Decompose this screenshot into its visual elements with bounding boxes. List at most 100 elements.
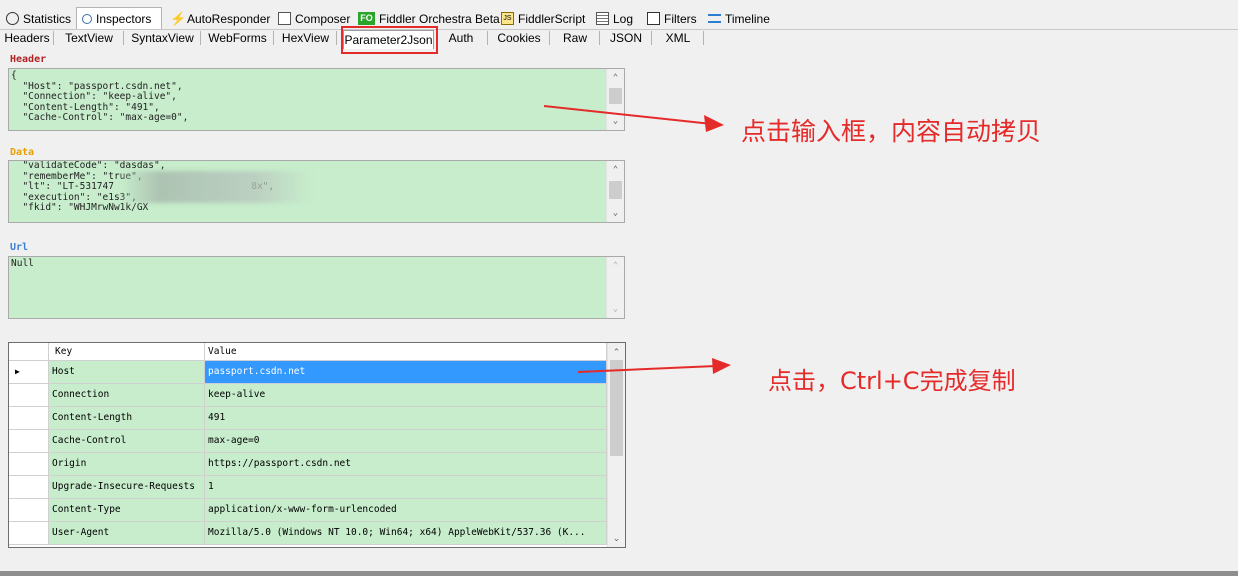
- arrow-1: [543, 105, 724, 132]
- table-row[interactable]: Content-Length 491: [9, 407, 609, 430]
- tab-label: Inspectors: [96, 11, 152, 26]
- subtab-label: SyntaxView: [131, 31, 194, 45]
- subtab-label: TextView: [65, 31, 113, 45]
- key-cell[interactable]: User-Agent: [49, 522, 205, 545]
- tab-log[interactable]: Log: [596, 9, 633, 28]
- tab-label: Timeline: [725, 11, 770, 26]
- scroll-thumb[interactable]: [609, 181, 622, 199]
- subtab-label: Cookies: [497, 31, 541, 45]
- table-row[interactable]: ▶ Host passport.csdn.net: [9, 361, 609, 384]
- column-header-key[interactable]: Key: [49, 343, 205, 361]
- value-cell[interactable]: Mozilla/5.0 (Windows NT 10.0; Win64; x64…: [205, 522, 607, 545]
- log-icon: [596, 12, 609, 25]
- tab-label: AutoResponder: [187, 11, 271, 26]
- scroll-down-icon[interactable]: ⌄: [607, 206, 624, 220]
- subtab-label: Raw: [562, 31, 587, 45]
- subtab-label: XML: [665, 31, 691, 45]
- scroll-down-icon[interactable]: ⌄: [608, 531, 625, 545]
- composer-icon: [278, 12, 291, 25]
- key-cell[interactable]: Origin: [49, 453, 205, 476]
- stopwatch-icon: [6, 12, 19, 25]
- tab-inspectors[interactable]: Inspectors: [76, 7, 162, 29]
- key-cell[interactable]: Cache-Control: [49, 430, 205, 453]
- url-textbox[interactable]: Null ⌃ ⌄: [8, 256, 625, 319]
- table-row[interactable]: User-Agent Mozilla/5.0 (Windows NT 10.0; …: [9, 522, 609, 545]
- subtab-textview[interactable]: TextView: [54, 29, 124, 47]
- annotation-auto-copy: 点击输入框，内容自动拷贝: [741, 117, 1042, 146]
- row-header[interactable]: [9, 522, 49, 545]
- scroll-up-icon[interactable]: ⌃: [607, 163, 624, 177]
- scroll-up-icon[interactable]: ⌃: [607, 71, 624, 85]
- value-cell[interactable]: keep-alive: [205, 384, 607, 407]
- checkbox-icon: [647, 12, 660, 25]
- arrow-2-head: [712, 358, 731, 374]
- table-row[interactable]: Connection keep-alive: [9, 384, 609, 407]
- subtab-label: JSON: [609, 31, 642, 45]
- subtab-syntaxview[interactable]: SyntaxView: [124, 29, 201, 47]
- row-header[interactable]: [9, 499, 49, 522]
- data-textbox[interactable]: "validateCode": "dasdas", "rememberMe": …: [8, 160, 625, 223]
- row-header[interactable]: ▶: [9, 361, 49, 384]
- key-cell[interactable]: Content-Length: [49, 407, 205, 430]
- tab-composer[interactable]: Composer: [278, 9, 350, 28]
- fo-icon: FO: [358, 12, 375, 25]
- data-scrollbar[interactable]: ⌃ ⌄: [606, 161, 624, 222]
- subtab-label: Headers: [4, 31, 50, 45]
- key-cell[interactable]: Host: [49, 361, 205, 384]
- lightning-icon: ⚡: [170, 11, 187, 26]
- row-header[interactable]: [9, 430, 49, 453]
- js-script-icon: JS: [501, 12, 514, 25]
- arrow-2-line: [577, 365, 717, 373]
- row-header[interactable]: [9, 476, 49, 499]
- subtab-label: HexView: [281, 31, 330, 45]
- subtab-raw[interactable]: Raw: [550, 29, 600, 47]
- tab-filters[interactable]: Filters: [647, 9, 697, 28]
- tab-highlight-box: [341, 26, 438, 54]
- subtab-label: Auth: [448, 31, 474, 45]
- value-cell[interactable]: max-age=0: [205, 430, 607, 453]
- value-cell[interactable]: 1: [205, 476, 607, 499]
- table-row[interactable]: Cache-Control max-age=0: [9, 430, 609, 453]
- table-row[interactable]: Origin https://passport.csdn.net: [9, 453, 609, 476]
- subtab-headers[interactable]: Headers: [0, 29, 54, 47]
- subtab-hexview[interactable]: HexView: [274, 29, 337, 47]
- scroll-down-icon[interactable]: ⌄: [607, 302, 624, 316]
- arrow-1-line: [543, 105, 713, 125]
- url-scrollbar[interactable]: ⌃ ⌄: [606, 257, 624, 318]
- row-header[interactable]: [9, 407, 49, 430]
- tab-statistics[interactable]: Statistics: [6, 9, 71, 28]
- row-header[interactable]: [9, 384, 49, 407]
- subtab-xml[interactable]: XML: [652, 29, 704, 47]
- key-cell[interactable]: Upgrade-Insecure-Requests: [49, 476, 205, 499]
- annotation-ctrl-c: 点击，Ctrl+C完成复制: [768, 367, 1016, 395]
- tab-timeline[interactable]: Timeline: [708, 9, 770, 28]
- scroll-up-icon[interactable]: ⌃: [607, 259, 624, 273]
- subtab-auth[interactable]: Auth: [434, 29, 488, 47]
- header-textbox[interactable]: { "Host": "passport.csdn.net", "Connecti…: [8, 68, 625, 131]
- key-cell[interactable]: Connection: [49, 384, 205, 407]
- value-cell[interactable]: application/x-www-form-urlencoded: [205, 499, 607, 522]
- tab-fiddlerscript[interactable]: JS FiddlerScript: [501, 9, 585, 28]
- url-section-label: Url: [10, 242, 29, 253]
- key-cell[interactable]: Content-Type: [49, 499, 205, 522]
- value-cell[interactable]: passport.csdn.net: [205, 361, 607, 384]
- subtab-label: WebForms: [208, 31, 267, 45]
- column-header-value[interactable]: Value: [205, 343, 607, 361]
- tab-autoresponder[interactable]: ⚡ AutoResponder: [170, 9, 270, 28]
- header-section-label: Header: [10, 54, 47, 65]
- data-section-label: Data: [10, 147, 35, 158]
- key-value-grid[interactable]: Key Value ▶ Host passport.csdn.net Connecti…: [8, 342, 626, 548]
- bottom-status-strip: [0, 571, 1238, 576]
- subtab-cookies[interactable]: Cookies: [488, 29, 550, 47]
- tab-label: Filters: [664, 11, 697, 26]
- value-cell[interactable]: https://passport.csdn.net: [205, 453, 607, 476]
- tab-label: Statistics: [23, 11, 72, 26]
- subtab-webforms[interactable]: WebForms: [201, 29, 274, 47]
- table-row[interactable]: Content-Type application/x-www-form-urlen…: [9, 499, 609, 522]
- row-header[interactable]: [9, 453, 49, 476]
- arrow-1-head: [704, 115, 724, 132]
- redaction-blur: [121, 171, 311, 203]
- subtab-json[interactable]: JSON: [600, 29, 652, 47]
- value-cell[interactable]: 491: [205, 407, 607, 430]
- table-row[interactable]: Upgrade-Insecure-Requests 1: [9, 476, 609, 499]
